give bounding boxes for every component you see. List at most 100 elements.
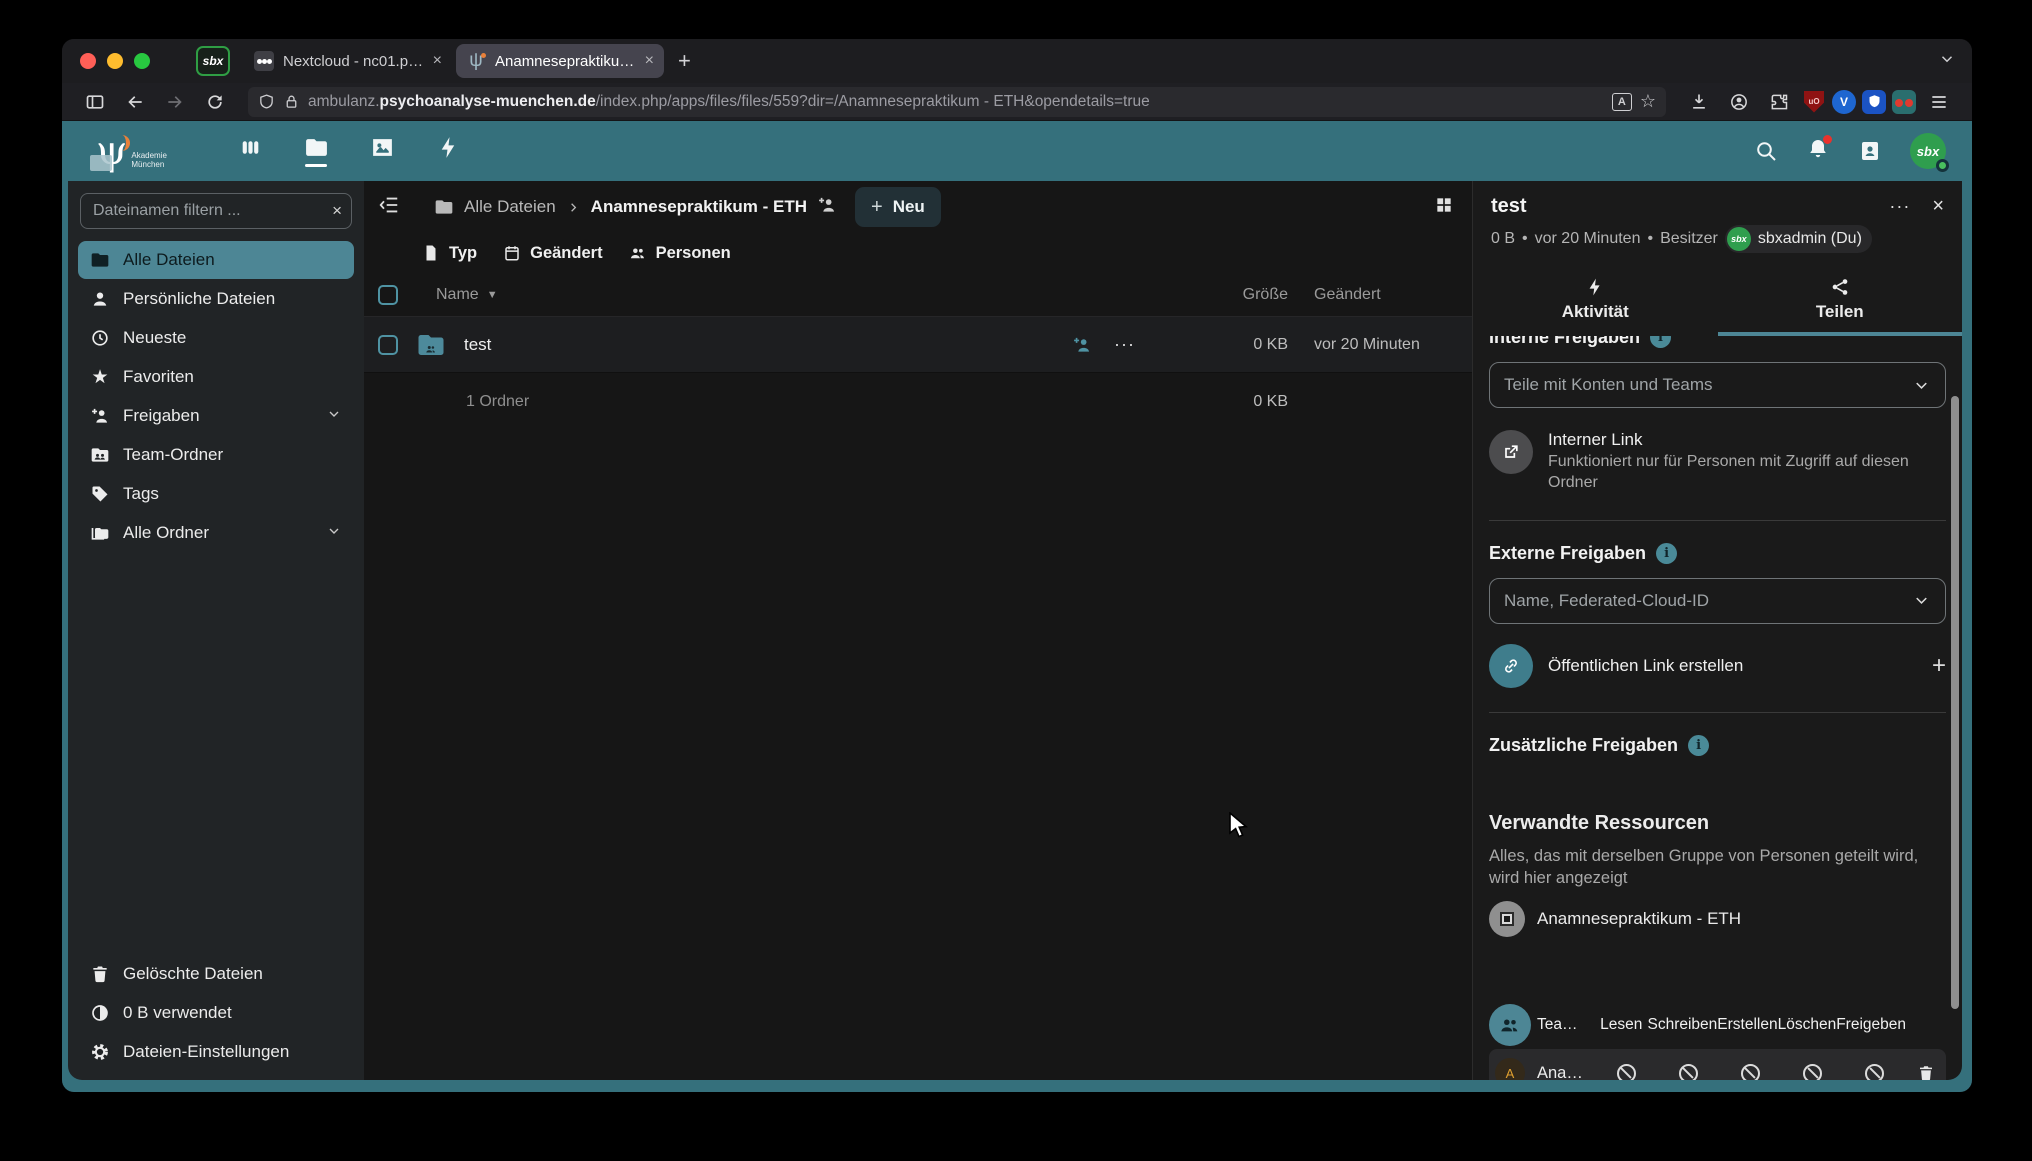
owner-avatar: sbx bbox=[1727, 227, 1751, 251]
tracking-protection-icon[interactable] bbox=[258, 93, 275, 110]
column-size[interactable]: Größe bbox=[1192, 286, 1288, 304]
close-details-icon[interactable]: × bbox=[1932, 195, 1944, 218]
bookmark-star-icon[interactable]: ☆ bbox=[1640, 91, 1656, 112]
sidebar-item-dateien-einstellungen[interactable]: Dateien-Einstellungen bbox=[78, 1033, 354, 1071]
select-all-checkbox[interactable] bbox=[378, 285, 398, 305]
chevron-down-icon bbox=[1912, 591, 1931, 610]
downloads-icon[interactable] bbox=[1682, 87, 1716, 117]
filter-chip-geaendert[interactable]: Geändert bbox=[503, 244, 602, 263]
pinned-tab-sbx[interactable]: sbx bbox=[196, 46, 230, 76]
perm-erstellen-deny[interactable] bbox=[1719, 1064, 1781, 1080]
back-icon[interactable] bbox=[118, 87, 152, 117]
close-tab-icon[interactable]: × bbox=[433, 53, 442, 69]
share-status-icon[interactable] bbox=[1072, 335, 1092, 355]
search-icon[interactable] bbox=[1754, 139, 1778, 163]
sidebar-item-geloeschte-dateien[interactable]: Gelöschte Dateien bbox=[78, 955, 354, 993]
contacts-icon[interactable] bbox=[1858, 139, 1882, 163]
row-actions-icon[interactable]: ··· bbox=[1114, 334, 1135, 355]
filter-chip-typ[interactable]: Typ bbox=[422, 244, 477, 263]
filename-filter-input[interactable] bbox=[80, 193, 352, 229]
owner-chip[interactable]: sbx sbxadmin (Du) bbox=[1725, 225, 1872, 253]
new-tab-button[interactable]: + bbox=[668, 48, 701, 74]
perm-schreiben-deny[interactable] bbox=[1657, 1064, 1719, 1080]
ublock-extension-icon[interactable]: uO bbox=[1802, 90, 1826, 114]
breadcrumb-root[interactable]: Alle Dateien bbox=[464, 197, 556, 217]
row-checkbox[interactable] bbox=[378, 335, 398, 355]
tab-nextcloud[interactable]: Nextcloud - nc01.psychoanalyse × bbox=[244, 44, 452, 78]
clear-filter-icon[interactable]: × bbox=[332, 201, 342, 221]
close-tab-icon[interactable]: × bbox=[645, 53, 654, 69]
vimium-extension-icon[interactable]: V bbox=[1832, 90, 1856, 114]
file-row-test[interactable]: test ··· 0 KB vor 20 Minuten bbox=[364, 317, 1472, 373]
menu-icon[interactable] bbox=[1922, 87, 1956, 117]
sidebar-item-alle-dateien[interactable]: Alle Dateien bbox=[78, 241, 354, 279]
share-with-accounts-combobox[interactable] bbox=[1489, 362, 1946, 408]
details-actions-icon[interactable]: ··· bbox=[1889, 196, 1910, 217]
close-window-button[interactable] bbox=[80, 53, 96, 69]
notifications-button[interactable] bbox=[1806, 137, 1830, 166]
sharing-panel-scroll[interactable]: Interne Freigaben i Interner Link Funkti… bbox=[1489, 336, 1946, 1080]
collapse-sidebar-icon[interactable] bbox=[378, 194, 400, 221]
app-photos[interactable] bbox=[362, 135, 402, 167]
sidebar-item-speicher[interactable]: 0 B verwendet bbox=[78, 994, 354, 1032]
expand-chevron-icon[interactable] bbox=[326, 406, 342, 427]
bitwarden-extension-icon[interactable] bbox=[1862, 90, 1886, 114]
panel-scrollbar[interactable] bbox=[1951, 396, 1959, 1009]
minimize-window-button[interactable] bbox=[107, 53, 123, 69]
info-icon[interactable]: i bbox=[1650, 336, 1671, 348]
new-button[interactable]: + Neu bbox=[855, 187, 941, 227]
reload-icon[interactable] bbox=[198, 87, 232, 117]
sidebar-item-freigaben[interactable]: Freigaben bbox=[78, 397, 354, 435]
column-modified[interactable]: Geändert bbox=[1288, 286, 1454, 304]
perm-freigeben-deny[interactable] bbox=[1844, 1064, 1906, 1080]
app-activity[interactable] bbox=[428, 135, 468, 167]
zoom-window-button[interactable] bbox=[134, 53, 150, 69]
delete-rule-icon[interactable] bbox=[1906, 1064, 1946, 1080]
sidebar-toggle-icon[interactable] bbox=[78, 87, 112, 117]
federated-share-input[interactable] bbox=[1504, 591, 1912, 611]
expand-chevron-icon[interactable] bbox=[326, 523, 342, 544]
sidebar-item-team-ordner[interactable]: Team-Ordner bbox=[78, 436, 354, 474]
nextcloud-logo[interactable]: ψ AkademieMünchen bbox=[96, 133, 182, 169]
lock-icon[interactable] bbox=[283, 93, 300, 110]
star-icon: ★ bbox=[90, 366, 110, 389]
share-search-input[interactable] bbox=[1504, 375, 1912, 395]
add-public-link-icon[interactable]: + bbox=[1932, 656, 1946, 676]
column-name[interactable]: Name ▼ bbox=[436, 286, 498, 304]
address-bar[interactable]: ambulanz.psychoanalyse-muenchen.de/index… bbox=[248, 87, 1666, 117]
monkey-extension-icon[interactable] bbox=[1892, 90, 1916, 114]
info-icon[interactable]: i bbox=[1688, 735, 1709, 756]
tab-anamnesepraktikum[interactable]: ψ Anamnesepraktikum - ETH - Alle × bbox=[456, 44, 664, 78]
tab-teilen[interactable]: Teilen bbox=[1718, 269, 1963, 336]
filename-filter[interactable]: × bbox=[80, 193, 352, 229]
filter-chip-personen[interactable]: Personen bbox=[629, 244, 731, 263]
sidebar-item-tags[interactable]: Tags bbox=[78, 475, 354, 513]
perm-loeschen-deny[interactable] bbox=[1782, 1064, 1844, 1080]
sidebar-item-neueste[interactable]: Neueste bbox=[78, 319, 354, 357]
federated-share-combobox[interactable] bbox=[1489, 578, 1946, 624]
grid-view-toggle[interactable] bbox=[1434, 195, 1454, 220]
sidebar-item-persoenliche-dateien[interactable]: Persönliche Dateien bbox=[78, 280, 354, 318]
info-icon[interactable]: i bbox=[1656, 543, 1677, 564]
shared-indicator-icon[interactable] bbox=[817, 195, 837, 220]
perm-lesen-deny[interactable] bbox=[1595, 1064, 1657, 1080]
tab-aktivitaet[interactable]: Aktivität bbox=[1473, 269, 1718, 336]
user-avatar[interactable]: sbx bbox=[1910, 133, 1946, 169]
translate-icon[interactable]: A bbox=[1612, 93, 1632, 111]
extensions-icon[interactable] bbox=[1762, 87, 1796, 117]
app-menu bbox=[230, 135, 468, 167]
file-name[interactable]: test bbox=[464, 335, 491, 355]
browser-tab-bar: sbx Nextcloud - nc01.psychoanalyse × ψ A… bbox=[62, 39, 1972, 83]
sidebar-item-favoriten[interactable]: ★ Favoriten bbox=[78, 358, 354, 396]
related-resource-item[interactable]: Anamnesepraktikum - ETH bbox=[1489, 901, 1946, 937]
internal-link-row[interactable]: Interner Link Funktioniert nur für Perso… bbox=[1489, 430, 1946, 494]
account-icon[interactable] bbox=[1722, 87, 1756, 117]
sidebar-item-alle-ordner[interactable]: Alle Ordner bbox=[78, 514, 354, 552]
app-files[interactable] bbox=[296, 135, 336, 167]
acl-row-ana[interactable]: A Ana… bbox=[1489, 1049, 1946, 1080]
forward-icon[interactable] bbox=[158, 87, 192, 117]
create-public-link-row[interactable]: Öffentlichen Link erstellen + bbox=[1489, 644, 1946, 688]
app-dashboard[interactable] bbox=[230, 135, 270, 167]
list-all-tabs-button[interactable] bbox=[1938, 50, 1956, 73]
breadcrumb-current[interactable]: Anamnesepraktikum - ETH bbox=[591, 197, 807, 217]
